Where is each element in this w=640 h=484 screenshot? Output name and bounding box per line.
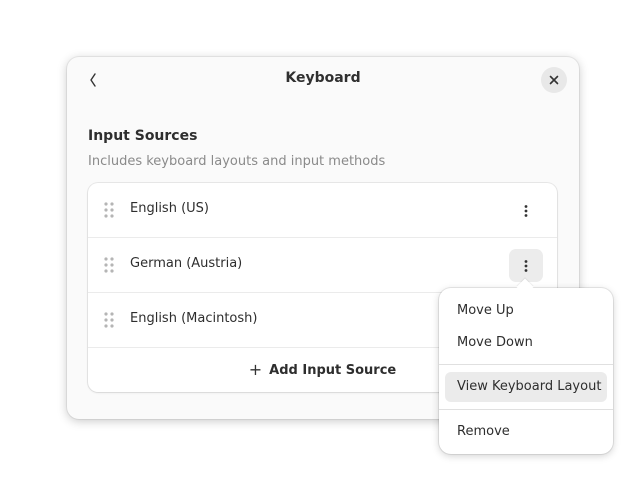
more-vertical-icon xyxy=(524,259,528,272)
row-menu-button[interactable] xyxy=(509,194,543,227)
close-button[interactable] xyxy=(541,67,567,93)
dialog-header: Keyboard xyxy=(67,57,579,103)
input-source-row[interactable]: German (Austria) xyxy=(88,238,557,293)
input-source-row[interactable]: English (US) xyxy=(88,183,557,238)
menu-item-remove[interactable]: Remove xyxy=(445,417,607,447)
row-menu-button[interactable] xyxy=(509,249,543,282)
menu-separator xyxy=(439,409,613,410)
menu-separator xyxy=(439,364,613,365)
section-subtitle: Includes keyboard layouts and input meth… xyxy=(88,154,386,169)
menu-item-move-down[interactable]: Move Down xyxy=(445,328,607,358)
input-source-label: German (Austria) xyxy=(130,256,243,271)
dialog-title: Keyboard xyxy=(285,70,361,86)
drag-handle-icon[interactable] xyxy=(104,312,114,328)
menu-item-view-keyboard-layout[interactable]: View Keyboard Layout xyxy=(445,372,607,402)
section-title: Input Sources xyxy=(88,128,198,144)
add-input-source-label: Add Input Source xyxy=(269,362,397,378)
input-source-label: English (US) xyxy=(130,201,209,216)
input-source-label: English (Macintosh) xyxy=(130,311,258,326)
drag-handle-icon[interactable] xyxy=(104,202,114,218)
more-vertical-icon xyxy=(524,204,528,217)
close-icon xyxy=(549,75,559,85)
plus-icon: + xyxy=(248,360,263,379)
row-context-menu: Move Up Move Down View Keyboard Layout R… xyxy=(439,278,613,454)
drag-handle-icon[interactable] xyxy=(104,257,114,273)
menu-item-move-up[interactable]: Move Up xyxy=(445,296,607,326)
